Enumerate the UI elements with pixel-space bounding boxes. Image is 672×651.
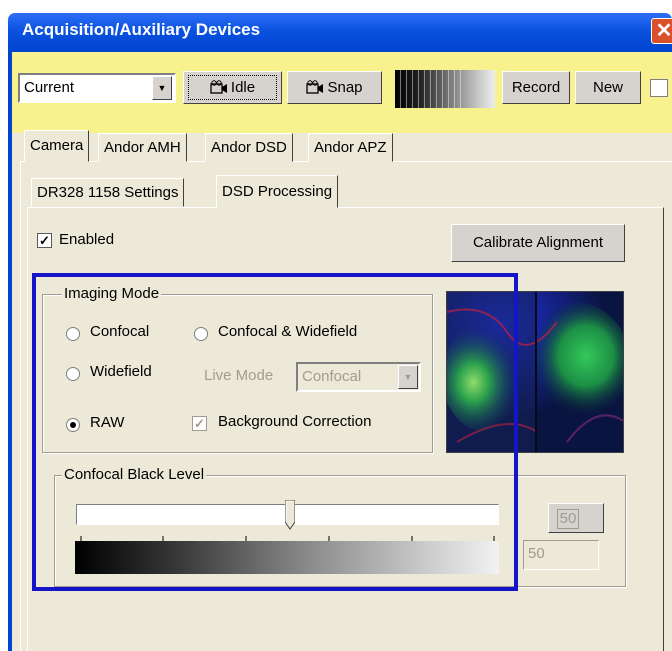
black-level-field[interactable]: 50 bbox=[523, 540, 599, 570]
window-title: Acquisition/Auxiliary Devices bbox=[22, 20, 261, 39]
idle-button-focus: Idle bbox=[188, 75, 277, 100]
tab-dsd-processing[interactable]: DSD Processing bbox=[216, 175, 339, 208]
camera-icon bbox=[306, 80, 324, 94]
tab-camera[interactable]: Camera bbox=[24, 130, 90, 162]
new-button[interactable]: New bbox=[575, 71, 641, 104]
idle-label: Idle bbox=[230, 79, 256, 96]
tab-dr328-settings[interactable]: DR328 1158 Settings bbox=[31, 178, 185, 207]
window-title-bar[interactable]: Acquisition/Auxiliary Devices ✕ bbox=[8, 13, 672, 52]
chevron-down-icon[interactable]: ▼ bbox=[152, 76, 172, 100]
record-button[interactable]: Record bbox=[502, 71, 570, 104]
enabled-label: Enabled bbox=[59, 231, 115, 248]
preset-value: Current bbox=[24, 79, 75, 96]
black-level-button-value: 50 bbox=[557, 509, 579, 529]
tab-andor-apz[interactable]: Andor APZ bbox=[308, 133, 393, 162]
calibrate-alignment-button[interactable]: Calibrate Alignment bbox=[451, 224, 625, 262]
camera-icon bbox=[210, 80, 227, 94]
enabled-checkbox[interactable]: ✓ bbox=[37, 233, 52, 248]
highlight-rectangle bbox=[32, 273, 518, 591]
close-icon[interactable]: ✕ bbox=[651, 18, 672, 44]
lut-gradient bbox=[395, 70, 495, 108]
idle-button[interactable]: Idle bbox=[183, 71, 282, 104]
snap-label: Snap bbox=[327, 79, 363, 96]
toolbar-checkbox[interactable] bbox=[650, 79, 668, 97]
snap-button[interactable]: Snap bbox=[287, 71, 382, 104]
black-level-value-button[interactable]: 50 bbox=[548, 503, 604, 533]
tab-andor-dsd[interactable]: Andor DSD bbox=[205, 133, 293, 162]
tab-andor-amh[interactable]: Andor AMH bbox=[98, 133, 187, 162]
preset-select[interactable]: Current ▼ bbox=[18, 73, 176, 103]
